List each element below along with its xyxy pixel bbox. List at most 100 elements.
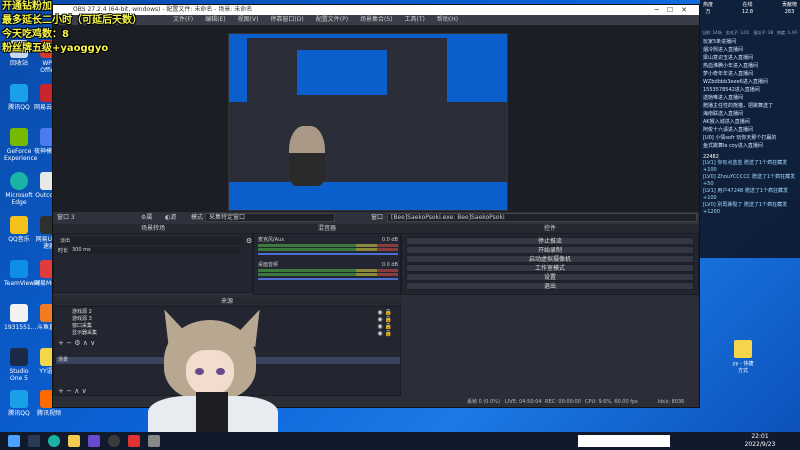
mode-label: 模式 — [191, 214, 204, 221]
gear-icon[interactable]: ⚙ — [246, 237, 252, 245]
chat-message: 1553578542进入直播间 — [703, 87, 760, 93]
avatar-eye-left — [195, 368, 204, 375]
close-icon[interactable]: ✕ — [681, 6, 695, 14]
scene-transitions-dock: 淡出 时长 300 ms ⚙ — [53, 233, 253, 293]
nested-preview — [297, 50, 387, 95]
controls-header: 控件 — [401, 224, 699, 233]
window-label: 窗口 — [371, 214, 384, 221]
gift-message: [LV1] 用户47248 赠送了1个疯狂藏发 +100 — [703, 188, 789, 201]
mic-volume-slider[interactable] — [258, 253, 398, 255]
up-icon[interactable]: ∧ — [74, 387, 79, 395]
mic-meter — [258, 244, 398, 247]
gear-icon[interactable]: ⚙ — [74, 339, 80, 347]
obs-icon[interactable] — [108, 435, 120, 447]
desktop-icon-qqmusic[interactable]: QQ音乐 — [4, 216, 34, 243]
eye-icon[interactable]: ◉ 🔒 — [377, 316, 392, 323]
desktop-icon-qq[interactable]: 腾讯QQ — [4, 84, 34, 111]
menu-docks[interactable]: 停靠窗口(D) — [270, 15, 303, 25]
add-icon[interactable]: + — [58, 339, 64, 347]
menu-profile[interactable]: 配置文件(P) — [316, 15, 348, 25]
windows-start-icon[interactable] — [8, 435, 20, 447]
desktop-icon-yy-shortcut[interactable]: yy - 快捷方式 — [732, 340, 754, 374]
up-icon[interactable]: ∧ — [83, 339, 88, 347]
task-view-icon[interactable] — [28, 435, 40, 447]
app-icon[interactable] — [88, 435, 100, 447]
gift-message: [LV0] ZhouYCCCCC 赠送了1个疯狂藏发 +50 — [703, 174, 796, 187]
desktop-icon-teamviewer[interactable]: TeamViewer — [4, 260, 40, 287]
desktop-icon-file[interactable]: 1931551... — [4, 304, 36, 331]
desktop-audio-db: 0.0 dB — [381, 262, 398, 268]
settings-button[interactable]: 设置 — [406, 273, 694, 281]
remove-icon[interactable]: − — [66, 387, 72, 395]
current-source-label: 窗口 3 — [57, 214, 75, 221]
desktop-icon-qq-2[interactable]: 腾讯QQ — [4, 390, 34, 417]
chat-message: AK猴入城进入直播间 — [703, 119, 750, 125]
bitrate: kb/s: 8036 — [658, 399, 685, 405]
chat-message: 赠播主任性的熊猫，把跳舞送了 — [703, 103, 774, 109]
chat-stats: 热度万 在线 12.8 贡献榜 283 — [700, 0, 800, 30]
chat-message: 海南联送入直播间 — [703, 111, 744, 117]
app-icon[interactable] — [148, 435, 160, 447]
eye-icon[interactable]: ◉ 🔒 — [377, 309, 392, 316]
controls-dock: 停止推流 开始录制 启动虚拟摄像机 工作室模式 设置 退出 — [401, 233, 699, 295]
virtual-camera-button[interactable]: 启动虚拟摄像机 — [406, 255, 694, 263]
taskbar: 22:01 2022/9/23 — [0, 432, 800, 450]
menu-scene-collection[interactable]: 场景集合(S) — [360, 15, 393, 25]
exit-button[interactable]: 退出 — [406, 282, 694, 290]
menu-edit[interactable]: 编辑(E) — [205, 15, 225, 25]
menu-file[interactable]: 文件(F) — [173, 15, 193, 25]
qqmusic-icon — [10, 216, 28, 234]
cpu-usage: CPU: 9.6%, 60.00 fps — [585, 399, 638, 405]
properties-button[interactable]: ⚙ 属性 — [141, 212, 152, 233]
edge-icon[interactable] — [48, 435, 60, 447]
dropped-frames: 丢帧 0 (0.0%) — [467, 399, 500, 405]
stat-heat: 热度万 — [703, 2, 714, 15]
chat-message: 鱼式跳舞le coy进入直播间 — [703, 143, 763, 149]
overlay-line-3: 今天吃鸡数：8 — [2, 29, 69, 40]
down-icon[interactable]: ∨ — [82, 387, 87, 395]
window-select[interactable]: [Bee]SaekoPsoki.exe: Bee]SaekoPsoki — [387, 213, 697, 222]
taskbar-search[interactable] — [578, 435, 670, 447]
remove-icon[interactable]: − — [66, 339, 72, 347]
vtuber-avatar — [148, 308, 278, 450]
taskbar-clock[interactable]: 22:01 2022/9/23 — [740, 433, 780, 449]
desktop-icon-edge[interactable]: Microsoft Edge — [4, 172, 34, 206]
maximize-icon[interactable]: ☐ — [667, 6, 681, 14]
file-icon — [10, 304, 28, 322]
desktop-icon-studio-one[interactable]: Studio One 5 — [4, 348, 34, 382]
menu-tools[interactable]: 工具(T) — [405, 15, 425, 25]
file-explorer-icon[interactable] — [68, 435, 80, 447]
add-icon[interactable]: + — [58, 387, 64, 395]
overlay-line-1: 开通钻粉加 — [2, 1, 52, 12]
chat-message: 热血沸腾小年进入直播间 — [703, 63, 759, 69]
desktop-audio-label: 桌面音频 — [258, 262, 279, 268]
down-icon[interactable]: ∨ — [90, 339, 95, 347]
filters-button[interactable]: ◐ 滤镜 — [165, 212, 176, 233]
studio-mode-button[interactable]: 工作室模式 — [406, 264, 694, 272]
nested-desktop-capture — [228, 33, 508, 211]
menu-help[interactable]: 帮助(H) — [437, 15, 458, 25]
nested-controls — [229, 102, 507, 182]
menu-view[interactable]: 视图(V) — [238, 15, 259, 25]
desktop-volume-slider[interactable] — [258, 278, 398, 280]
chat-messages: 玩家5条进播间 烟冷熙进入直播间 梁山意识玉进入直播间 热血沸腾小年进入直播间 … — [700, 38, 800, 150]
sources-header: 来源 — [53, 297, 401, 306]
geforce-icon — [10, 128, 28, 146]
stop-streaming-button[interactable]: 停止推流 — [406, 237, 694, 245]
duration-input[interactable]: 300 ms — [70, 247, 240, 254]
netease-icon[interactable] — [128, 435, 140, 447]
window-controls: ─☐✕ — [655, 5, 695, 15]
obs-titlebar[interactable]: OBS 27.2.4 (64-bit, windows) - 配置文件: 未命名… — [53, 5, 699, 15]
start-recording-button[interactable]: 开始录制 — [406, 246, 694, 254]
mode-select[interactable]: 采集特定窗口 — [205, 213, 335, 222]
minimize-icon[interactable]: ─ — [655, 6, 667, 14]
overlay-line-2: 最多延长二小时（可延后天数） — [2, 15, 142, 26]
obs-preview[interactable] — [53, 25, 699, 212]
gift-message: [LV0] 别再撕裂了 赠送了1个疯狂藏发 +1200 — [703, 202, 788, 215]
mixer-channel-desktop: 桌面音频 0.0 dB — [258, 262, 398, 280]
eye-icon[interactable]: ◉ 🔒 — [377, 330, 392, 337]
eye-icon[interactable]: ◉ 🔒 — [377, 323, 392, 330]
transition-select[interactable]: 淡出 — [58, 237, 244, 245]
desktop-icon-geforce[interactable]: GeForce Experience — [4, 128, 37, 162]
chat-message: 送她唯进入直播间 — [703, 95, 744, 101]
